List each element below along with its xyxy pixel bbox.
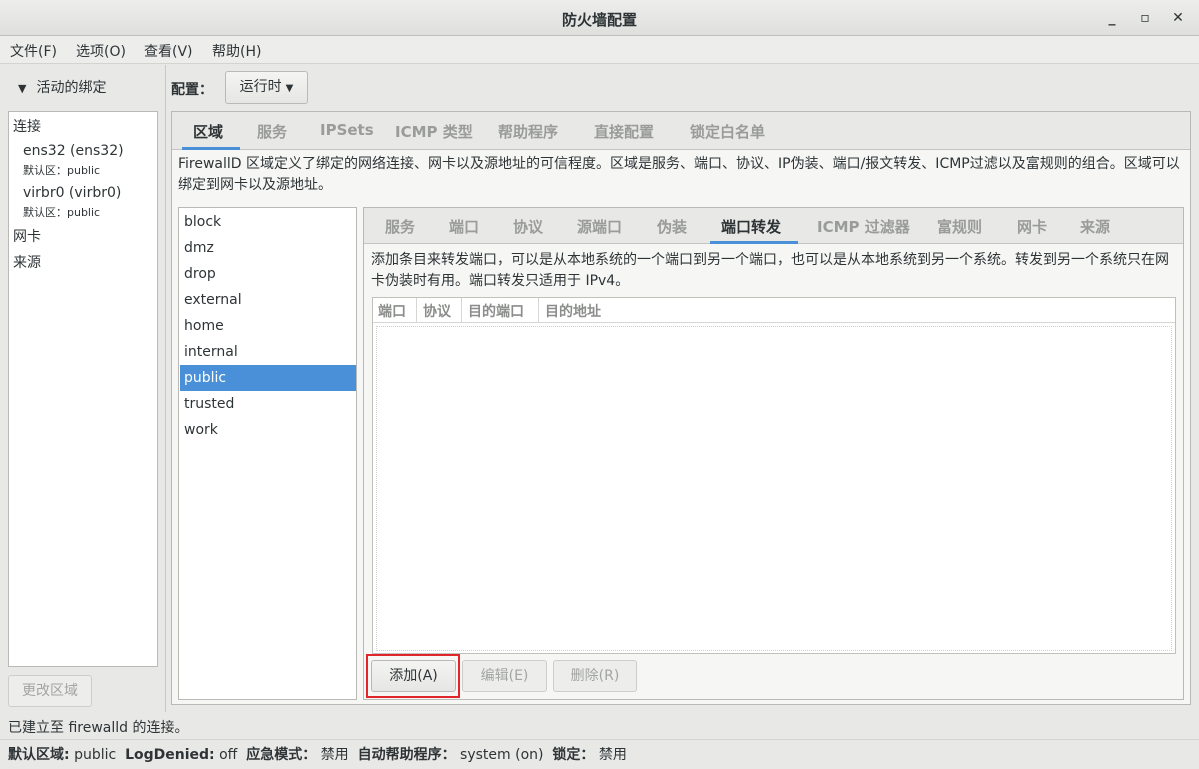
active-subtab-indicator	[710, 241, 798, 244]
tab-zones[interactable]: 区域	[193, 121, 223, 142]
zone-item-public[interactable]: public	[180, 365, 356, 391]
column-separator	[461, 298, 462, 323]
zone-description: FirewallD 区域定义了绑定的网络连接、网卡以及源地址的可信程度。区域是服…	[178, 156, 1180, 193]
zone-item-internal[interactable]: internal	[180, 339, 356, 365]
zone-item-trusted[interactable]: trusted	[180, 391, 356, 417]
column-separator	[538, 298, 539, 323]
subtab-ports[interactable]: 端口	[449, 216, 479, 237]
zone-settings-tab-bar: 服务 端口 协议 源端口 伪装 端口转发 ICMP 过滤器 富规则 网卡 来源	[364, 208, 1183, 244]
zone-list[interactable]: block dmz drop external home internal pu…	[178, 207, 357, 700]
connection-ens32[interactable]: ens32 (ens32)	[23, 143, 124, 159]
config-combo[interactable]: 运行时 ▼	[225, 71, 308, 104]
column-port[interactable]: 端口	[378, 301, 406, 321]
delete-button[interactable]: 删除(R)	[553, 660, 637, 692]
panic-mode-label: 应急模式：	[246, 747, 317, 763]
status-divider	[0, 739, 1199, 740]
default-zone-label: 默认区域:	[8, 747, 70, 763]
lockdown-label: 锁定：	[552, 747, 595, 763]
zone-item-work[interactable]: work	[180, 417, 356, 443]
lockdown-value: 禁用	[598, 747, 627, 763]
subtab-rich-rules[interactable]: 富规则	[937, 216, 982, 237]
tab-direct-config[interactable]: 直接配置	[594, 121, 654, 142]
connection-virbr0[interactable]: virbr0 (virbr0)	[23, 185, 121, 201]
connections-header[interactable]: 连接	[13, 116, 41, 136]
add-button-highlight	[366, 654, 460, 698]
zone-item-drop[interactable]: drop	[180, 261, 356, 287]
zone-item-home[interactable]: home	[180, 313, 356, 339]
subtab-port-forwarding[interactable]: 端口转发	[721, 216, 781, 237]
window-title: 防火墙配置	[561, 11, 637, 29]
title-bar: 防火墙配置 _ ▫ ✕	[0, 0, 1199, 36]
connection-ens32-zone: 默认区：public	[23, 164, 101, 177]
config-value: 运行时	[239, 79, 282, 95]
bindings-list[interactable]: 连接 ens32 (ens32) 默认区：public virbr0 (virb…	[8, 111, 158, 667]
minimize-icon[interactable]: _	[1102, 8, 1122, 28]
status-summary: 默认区域: public LogDenied: off 应急模式： 禁用 自动帮…	[8, 744, 627, 764]
log-denied-value: off	[219, 747, 238, 763]
column-destination-port[interactable]: 目的端口	[468, 301, 524, 321]
table-body[interactable]	[376, 326, 1172, 651]
menu-help[interactable]: 帮助(H)	[212, 41, 261, 61]
main-tab-bar: 区域 服务 IPSets ICMP 类型 帮助程序 直接配置 锁定白名单	[172, 112, 1190, 150]
menu-bar: 文件(F) 选项(O) 查看(V) 帮助(H)	[0, 36, 1199, 64]
zone-item-external[interactable]: external	[180, 287, 356, 313]
default-zone-value: public	[74, 747, 117, 763]
subtab-icmp-filter[interactable]: ICMP 过滤器	[817, 216, 910, 237]
active-bindings-title: 活动的绑定	[36, 80, 107, 96]
auto-helpers-value: system (on)	[460, 747, 544, 763]
column-separator	[416, 298, 417, 323]
zone-item-dmz[interactable]: dmz	[180, 235, 356, 261]
subtab-protocols[interactable]: 协议	[513, 216, 543, 237]
edit-button[interactable]: 编辑(E)	[462, 660, 547, 692]
tab-icmp-types[interactable]: ICMP 类型	[395, 121, 473, 142]
subtab-interfaces[interactable]: 网卡	[1017, 216, 1047, 237]
dropdown-arrow-icon: ▼	[285, 83, 294, 94]
sources-header[interactable]: 来源	[13, 252, 41, 272]
close-icon[interactable]: ✕	[1168, 8, 1188, 28]
menu-file[interactable]: 文件(F)	[10, 41, 57, 61]
interfaces-header[interactable]: 网卡	[13, 226, 41, 246]
table-header: 端口 协议 目的端口 目的地址	[373, 298, 1175, 323]
config-label: 配置：	[171, 82, 213, 98]
active-tab-indicator	[182, 147, 240, 150]
active-bindings-expander[interactable]: ▼ 活动的绑定	[18, 77, 106, 97]
subtab-source-ports[interactable]: 源端口	[577, 216, 622, 237]
log-denied-label: LogDenied:	[125, 747, 215, 763]
menu-view[interactable]: 查看(V)	[144, 41, 193, 61]
port-forward-description: 添加条目来转发端口，可以是从本地系统的一个端口到另一个端口，也可以是从本地系统到…	[371, 252, 1169, 289]
chevron-down-icon: ▼	[18, 82, 27, 95]
subtab-sources[interactable]: 来源	[1080, 216, 1110, 237]
connection-virbr0-zone: 默认区：public	[23, 206, 101, 219]
active-bindings-panel: ▼ 活动的绑定 连接 ens32 (ens32) 默认区：public virb…	[0, 65, 166, 712]
tab-helpers[interactable]: 帮助程序	[498, 121, 558, 142]
tab-ipsets[interactable]: IPSets	[320, 121, 374, 139]
auto-helpers-label: 自动帮助程序：	[357, 747, 456, 763]
connection-status: 已建立至 firewalld 的连接。	[8, 720, 189, 736]
subtab-masquerade[interactable]: 伪装	[657, 216, 687, 237]
change-zone-button[interactable]: 更改区域	[8, 675, 92, 707]
panic-mode-value: 禁用	[320, 747, 349, 763]
column-destination-address[interactable]: 目的地址	[545, 301, 601, 321]
port-forward-table[interactable]: 端口 协议 目的端口 目的地址	[372, 297, 1176, 654]
subtab-services[interactable]: 服务	[385, 216, 415, 237]
tab-lockdown-whitelist[interactable]: 锁定白名单	[690, 121, 765, 142]
zone-item-block[interactable]: block	[180, 209, 356, 235]
menu-options[interactable]: 选项(O)	[76, 41, 126, 61]
tab-services[interactable]: 服务	[257, 121, 287, 142]
column-protocol[interactable]: 协议	[423, 301, 451, 321]
maximize-icon[interactable]: ▫	[1135, 8, 1155, 28]
